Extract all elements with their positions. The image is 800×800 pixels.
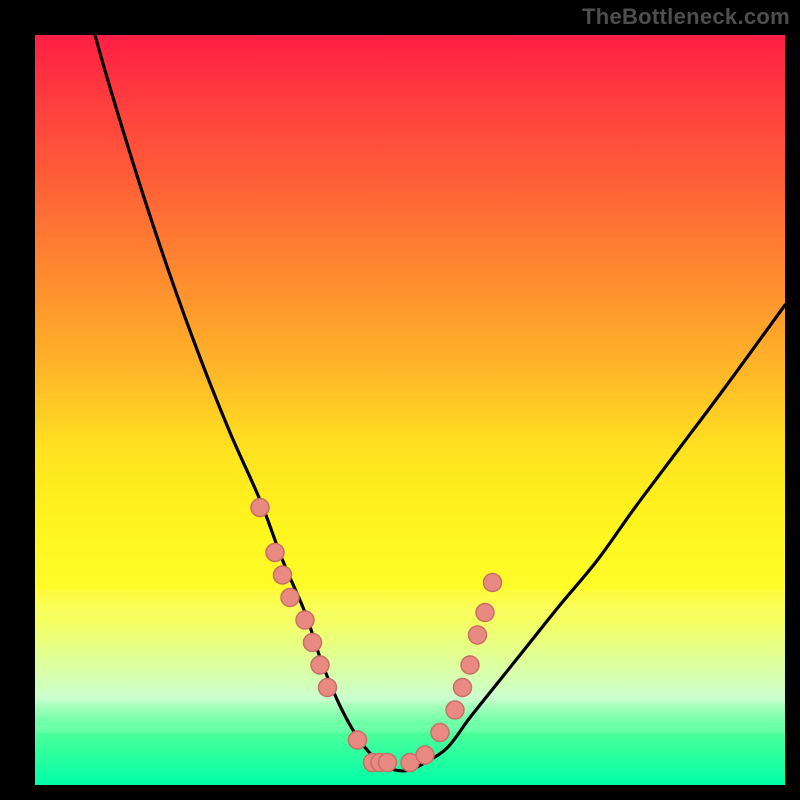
sample-marker [476, 604, 494, 622]
sample-marker [416, 746, 434, 764]
sample-marker [431, 724, 449, 742]
chart-frame: TheBottleneck.com [0, 0, 800, 800]
sample-markers-group [251, 499, 502, 772]
plot-area [35, 35, 785, 785]
bottleneck-curve [95, 35, 785, 771]
sample-marker [319, 679, 337, 697]
sample-marker [304, 634, 322, 652]
sample-marker [251, 499, 269, 517]
sample-marker [266, 544, 284, 562]
sample-marker [281, 589, 299, 607]
sample-marker [454, 679, 472, 697]
sample-marker [461, 656, 479, 674]
sample-marker [349, 731, 367, 749]
sample-marker [379, 754, 397, 772]
chart-svg [35, 35, 785, 785]
sample-marker [484, 574, 502, 592]
sample-marker [469, 626, 487, 644]
sample-marker [311, 656, 329, 674]
sample-marker [296, 611, 314, 629]
sample-marker [446, 701, 464, 719]
sample-marker [274, 566, 292, 584]
watermark-text: TheBottleneck.com [582, 4, 790, 30]
